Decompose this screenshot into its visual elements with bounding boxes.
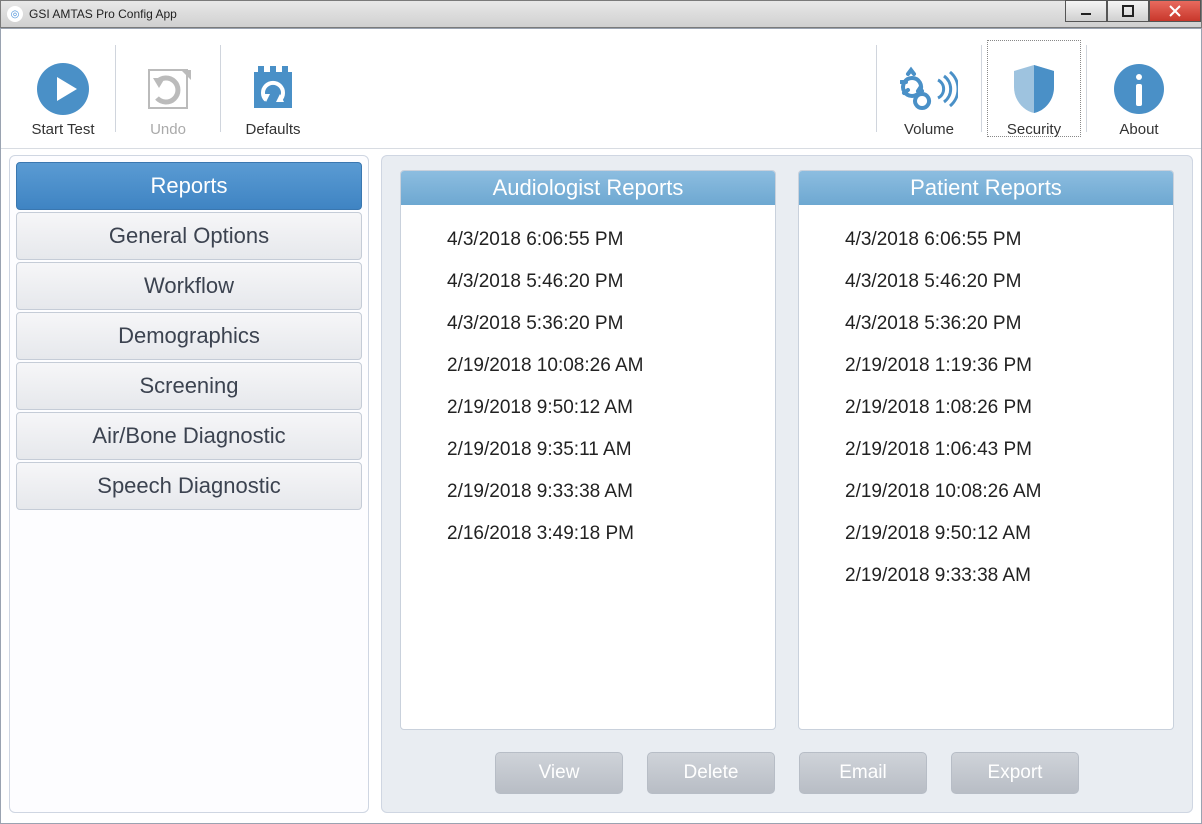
list-item[interactable]: 2/19/2018 9:35:11 AM <box>447 429 771 471</box>
list-item[interactable]: 2/16/2018 3:49:18 PM <box>447 513 771 555</box>
window-maximize-button[interactable] <box>1107 0 1149 22</box>
sidebar-item-speech-diagnostic[interactable]: Speech Diagnostic <box>16 462 362 510</box>
start-test-label: Start Test <box>31 121 94 138</box>
list-item[interactable]: 2/19/2018 1:06:43 PM <box>845 429 1169 471</box>
undo-label: Undo <box>150 121 186 138</box>
sidebar-item-label: Speech Diagnostic <box>97 473 280 499</box>
volume-icon <box>897 57 961 121</box>
window-title: GSI AMTAS Pro Config App <box>29 7 1065 21</box>
app-icon: ◎ <box>7 6 23 22</box>
main-area: Reports General Options Workflow Demogra… <box>1 149 1201 823</box>
window-close-button[interactable] <box>1149 0 1201 22</box>
delete-label: Delete <box>684 762 739 784</box>
list-item[interactable]: 2/19/2018 9:33:38 AM <box>447 471 771 513</box>
list-item[interactable]: 2/19/2018 10:08:26 AM <box>845 471 1169 513</box>
list-item[interactable]: 4/3/2018 6:06:55 PM <box>845 219 1169 261</box>
sidebar-item-label: Demographics <box>118 323 260 349</box>
patient-reports-header: Patient Reports <box>799 171 1173 205</box>
list-item[interactable]: 2/19/2018 10:08:26 AM <box>447 345 771 387</box>
sidebar-item-demographics[interactable]: Demographics <box>16 312 362 360</box>
sidebar-item-reports[interactable]: Reports <box>16 162 362 210</box>
delete-button[interactable]: Delete <box>647 752 775 794</box>
volume-label: Volume <box>904 121 954 138</box>
email-label: Email <box>839 762 887 784</box>
security-label: Security <box>1007 121 1061 138</box>
view-label: View <box>539 762 580 784</box>
volume-button[interactable]: Volume <box>879 37 979 140</box>
undo-button[interactable]: Undo <box>118 37 218 140</box>
list-item[interactable]: 2/19/2018 9:50:12 AM <box>447 387 771 429</box>
window-minimize-button[interactable] <box>1065 0 1107 22</box>
toolbar: Start Test Undo Defaults <box>1 29 1201 149</box>
sidebar-item-screening[interactable]: Screening <box>16 362 362 410</box>
list-item[interactable]: 2/19/2018 1:08:26 PM <box>845 387 1169 429</box>
email-button[interactable]: Email <box>799 752 927 794</box>
sidebar-item-general-options[interactable]: General Options <box>16 212 362 260</box>
window-titlebar: ◎ GSI AMTAS Pro Config App <box>0 0 1202 28</box>
sidebar-item-label: Workflow <box>144 273 234 299</box>
list-item[interactable]: 2/19/2018 1:19:36 PM <box>845 345 1169 387</box>
about-button[interactable]: About <box>1089 37 1189 140</box>
audiologist-reports-header: Audiologist Reports <box>401 171 775 205</box>
defaults-button[interactable]: Defaults <box>223 37 323 140</box>
list-item[interactable]: 2/19/2018 9:33:38 AM <box>845 555 1169 597</box>
sidebar-item-workflow[interactable]: Workflow <box>16 262 362 310</box>
list-item[interactable]: 2/19/2018 9:50:12 AM <box>845 513 1169 555</box>
list-item[interactable]: 4/3/2018 5:36:20 PM <box>447 303 771 345</box>
sidebar-item-label: Screening <box>139 373 238 399</box>
content-area: Audiologist Reports 4/3/2018 6:06:55 PM … <box>381 155 1193 813</box>
export-button[interactable]: Export <box>951 752 1079 794</box>
security-button[interactable]: Security <box>984 37 1084 140</box>
sidebar-item-label: Reports <box>150 173 227 199</box>
about-label: About <box>1119 121 1158 138</box>
info-icon <box>1107 57 1171 121</box>
defaults-icon <box>241 57 305 121</box>
sidebar-item-label: Air/Bone Diagnostic <box>92 423 285 449</box>
start-test-button[interactable]: Start Test <box>13 37 113 140</box>
list-item[interactable]: 4/3/2018 5:36:20 PM <box>845 303 1169 345</box>
shield-icon <box>1002 57 1066 121</box>
patient-reports-list: 4/3/2018 6:06:55 PM 4/3/2018 5:46:20 PM … <box>799 205 1173 601</box>
app-window: Start Test Undo Defaults <box>0 28 1202 824</box>
sidebar-item-label: General Options <box>109 223 269 249</box>
list-item[interactable]: 4/3/2018 5:46:20 PM <box>447 261 771 303</box>
sidebar: Reports General Options Workflow Demogra… <box>9 155 369 813</box>
action-bar: View Delete Email Export <box>400 730 1174 794</box>
audiologist-reports-list: 4/3/2018 6:06:55 PM 4/3/2018 5:46:20 PM … <box>401 205 775 559</box>
sidebar-item-air-bone-diagnostic[interactable]: Air/Bone Diagnostic <box>16 412 362 460</box>
list-item[interactable]: 4/3/2018 5:46:20 PM <box>845 261 1169 303</box>
defaults-label: Defaults <box>245 121 300 138</box>
list-item[interactable]: 4/3/2018 6:06:55 PM <box>447 219 771 261</box>
undo-icon <box>136 57 200 121</box>
audiologist-reports-panel: Audiologist Reports 4/3/2018 6:06:55 PM … <box>400 170 776 730</box>
patient-reports-panel: Patient Reports 4/3/2018 6:06:55 PM 4/3/… <box>798 170 1174 730</box>
view-button[interactable]: View <box>495 752 623 794</box>
export-label: Export <box>988 762 1043 784</box>
play-icon <box>31 57 95 121</box>
